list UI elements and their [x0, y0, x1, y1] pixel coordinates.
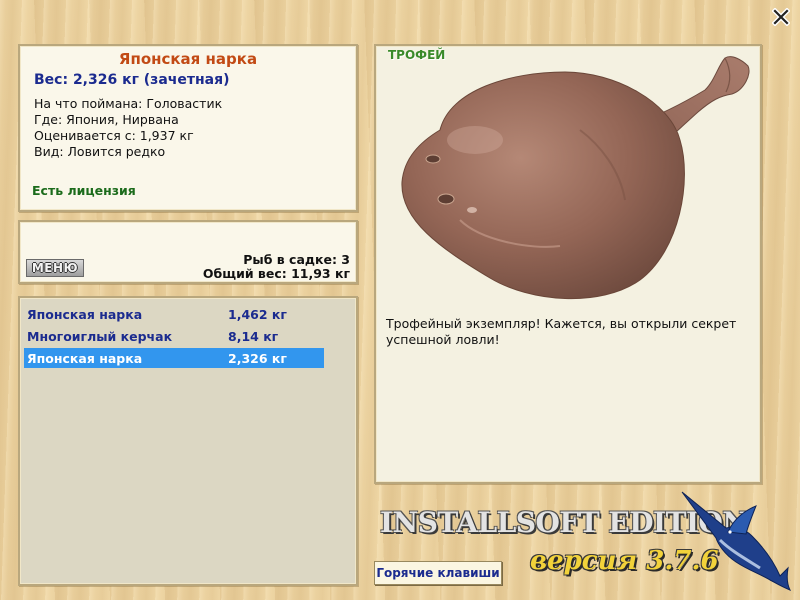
close-icon — [771, 7, 791, 27]
trophy-message: Трофейный экземпляр! Кажется, вы открыли… — [386, 316, 737, 347]
fish-weight: Вес: 2,326 кг (зачетная) — [34, 72, 230, 88]
list-item-name: Многоиглый керчак — [27, 329, 173, 344]
hotkeys-button[interactable]: Горячие клавиши — [374, 561, 502, 585]
electric-ray-fish-image — [401, 56, 750, 300]
trophy-panel: ТРОФЕЙ Трофейный экземпляр! Кажется, вы … — [374, 44, 762, 484]
fishing-result-window: { "close": { "label": "X" }, "info": { "… — [0, 0, 800, 600]
menu-button[interactable]: МЕНЮ — [26, 259, 84, 277]
menu-button-label: МЕНЮ — [31, 261, 79, 275]
cage-total-weight: Общий вес: 11,93 кг — [202, 266, 350, 281]
close-button[interactable] — [771, 7, 791, 27]
cage-fish-count: Рыб в садке: 3 — [243, 252, 350, 267]
catch-location: Где: Япония, Нирвана — [34, 112, 179, 127]
caught-on-bait: На что поймана: Головастик — [34, 96, 223, 111]
fish-rarity: Вид: Ловится редко — [34, 144, 166, 159]
rating-threshold: Оценивается с: 1,937 кг — [34, 128, 194, 143]
list-item-weight: 2,326 кг — [228, 351, 287, 366]
cage-panel: МЕНЮ Рыб в садке: 3 Общий вес: 11,93 кг — [18, 220, 358, 284]
hotkeys-button-label: Горячие клавиши — [376, 566, 500, 580]
list-item[interactable]: Японская нарка 1,462 кг — [24, 304, 324, 324]
fish-name: Японская нарка — [118, 50, 258, 68]
fish-info-panel: Японская нарка Вес: 2,326 кг (зачетная) … — [18, 44, 358, 212]
list-item-name: Японская нарка — [27, 307, 143, 322]
fish-list-panel: Японская нарка 1,462 кг Многоиглый керча… — [18, 296, 358, 586]
list-item-weight: 1,462 кг — [228, 307, 287, 322]
list-item[interactable]: Многоиглый керчак 8,14 кг — [24, 326, 324, 346]
license-status: Есть лицензия — [32, 183, 136, 198]
list-item-name: Японская нарка — [27, 351, 143, 366]
list-item-selected[interactable]: Японская нарка 2,326 кг — [24, 348, 324, 368]
trophy-label: ТРОФЕЙ — [388, 48, 446, 62]
marlin-icon — [681, 491, 792, 591]
list-item-weight: 8,14 кг — [228, 329, 279, 344]
